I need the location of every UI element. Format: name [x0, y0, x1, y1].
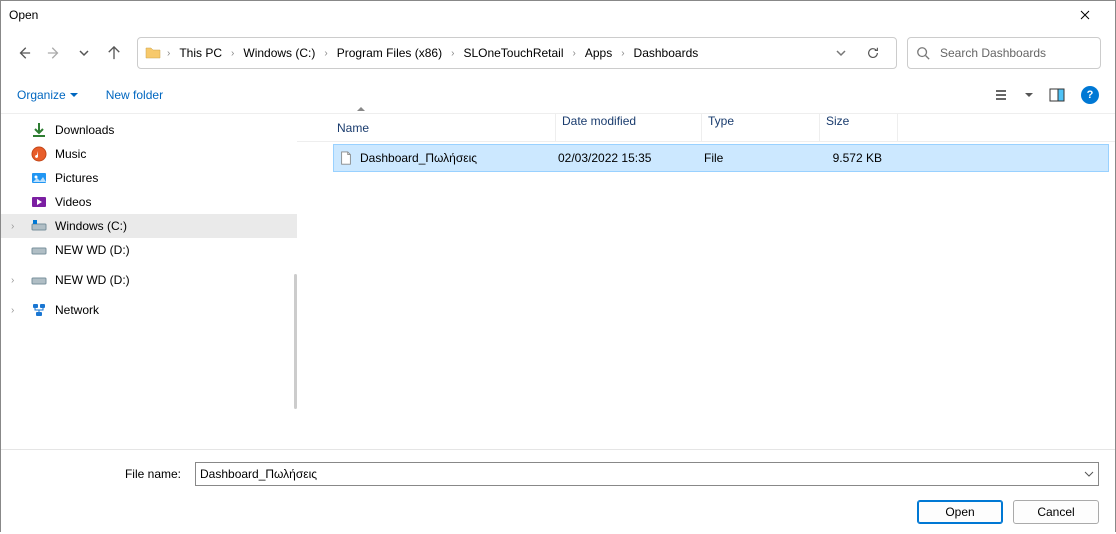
help-button[interactable]: ? — [1081, 86, 1099, 104]
open-button[interactable]: Open — [917, 500, 1003, 524]
sidebar-item-music[interactable]: Music — [1, 142, 297, 166]
column-header-name[interactable]: Name — [297, 121, 555, 135]
cancel-button[interactable]: Cancel — [1013, 500, 1099, 524]
search-placeholder: Search Dashboards — [940, 46, 1046, 60]
expander-icon[interactable]: › — [11, 305, 14, 316]
chevron-down-icon[interactable] — [1084, 469, 1094, 479]
column-header-size[interactable]: Size — [819, 114, 897, 141]
caret-down-icon — [70, 91, 78, 99]
preview-pane-button[interactable] — [1047, 85, 1067, 105]
close-icon — [1080, 10, 1090, 20]
search-input[interactable]: Search Dashboards — [907, 37, 1101, 69]
new-folder-button[interactable]: New folder — [106, 88, 163, 102]
arrow-right-icon — [47, 46, 61, 60]
chevron-right-icon[interactable]: › — [572, 48, 577, 59]
refresh-button[interactable] — [864, 44, 882, 62]
file-row[interactable]: Dashboard_Πωλήσεις 02/03/2022 15:35 File… — [333, 144, 1109, 172]
file-size-cell: 9.572 KB — [816, 151, 888, 165]
breadcrumb-segment[interactable]: Windows (C:) — [239, 46, 319, 60]
chevron-down-icon — [836, 48, 846, 58]
drive-icon — [31, 242, 47, 258]
close-button[interactable] — [1063, 1, 1107, 29]
chevron-right-icon[interactable]: › — [323, 48, 328, 59]
list-view-icon — [993, 87, 1009, 103]
chevron-right-icon[interactable]: › — [230, 48, 235, 59]
refresh-icon — [866, 46, 880, 60]
sidebar-item-label: Pictures — [55, 171, 98, 185]
breadcrumb-segment[interactable]: Apps — [581, 46, 616, 60]
column-header-date[interactable]: Date modified — [555, 114, 701, 141]
view-options-button[interactable] — [991, 85, 1011, 105]
filename-value: Dashboard_Πωλήσεις — [200, 467, 317, 481]
expander-icon[interactable]: › — [11, 275, 14, 286]
file-type-cell: File — [698, 151, 816, 165]
expander-icon[interactable]: › — [11, 221, 14, 232]
breadcrumb-segment[interactable]: Dashboards — [630, 46, 703, 60]
organize-button[interactable]: Organize — [17, 88, 78, 102]
music-icon — [31, 146, 47, 162]
recent-locations-button[interactable] — [75, 44, 93, 62]
network-icon — [31, 302, 47, 318]
file-name-cell: Dashboard_Πωλήσεις — [334, 150, 552, 166]
file-icon — [338, 150, 354, 166]
sidebar-item-new-wd-d[interactable]: NEW WD (D:) — [1, 238, 297, 262]
chevron-right-icon[interactable]: › — [620, 48, 625, 59]
organize-label: Organize — [17, 88, 66, 102]
filename-combobox[interactable]: Dashboard_Πωλήσεις — [195, 462, 1099, 486]
sidebar-item-label: Videos — [55, 195, 91, 209]
filename-row: File name: Dashboard_Πωλήσεις — [17, 462, 1099, 486]
sidebar-item-label: Windows (C:) — [55, 219, 127, 233]
sidebar-item-windows-c[interactable]: › Windows (C:) — [1, 214, 297, 238]
address-bar[interactable]: › This PC › Windows (C:) › Program Files… — [137, 37, 897, 69]
body: Downloads Music Pictures Videos › Window… — [1, 113, 1115, 449]
caret-down-icon[interactable] — [1025, 91, 1033, 99]
sidebar-item-label: NEW WD (D:) — [55, 243, 130, 257]
preview-pane-icon — [1049, 87, 1065, 103]
nav-bar: › This PC › Windows (C:) › Program Files… — [1, 35, 1115, 71]
search-icon — [916, 46, 930, 60]
toolbar: Organize New folder ? — [1, 77, 1115, 113]
up-button[interactable] — [105, 44, 123, 62]
sidebar-resize-handle[interactable] — [294, 274, 297, 409]
sidebar-item-label: Downloads — [55, 123, 114, 137]
sidebar-item-label: Music — [55, 147, 86, 161]
drive-icon — [31, 272, 47, 288]
videos-icon — [31, 194, 47, 210]
pictures-icon — [31, 170, 47, 186]
file-date-cell: 02/03/2022 15:35 — [552, 151, 698, 165]
file-name-text: Dashboard_Πωλήσεις — [360, 151, 477, 165]
sidebar-item-downloads[interactable]: Downloads — [1, 118, 297, 142]
arrow-up-icon — [107, 46, 121, 60]
forward-button[interactable] — [45, 44, 63, 62]
sidebar-item-network[interactable]: › Network — [1, 298, 297, 322]
chevron-right-icon[interactable]: › — [166, 48, 171, 59]
sidebar-item-new-wd-d-2[interactable]: › NEW WD (D:) — [1, 268, 297, 292]
sidebar-item-label: NEW WD (D:) — [55, 273, 130, 287]
arrow-left-icon — [17, 46, 31, 60]
back-button[interactable] — [15, 44, 33, 62]
download-icon — [31, 122, 47, 138]
address-dropdown-button[interactable] — [832, 44, 850, 62]
file-pane: Name Date modified Type Size Dashboard_Π… — [297, 114, 1115, 449]
sidebar-item-pictures[interactable]: Pictures — [1, 166, 297, 190]
title-bar: Open — [1, 1, 1115, 29]
nav-buttons — [15, 44, 123, 62]
drive-icon — [31, 218, 47, 234]
breadcrumb-segment[interactable]: SLOneTouchRetail — [459, 46, 567, 60]
chevron-right-icon[interactable]: › — [450, 48, 455, 59]
filename-label: File name: — [17, 467, 187, 481]
dialog-footer: File name: Dashboard_Πωλήσεις Open Cance… — [1, 449, 1115, 534]
folder-icon — [144, 44, 162, 62]
sidebar-item-videos[interactable]: Videos — [1, 190, 297, 214]
column-headers: Name Date modified Type Size — [297, 114, 1115, 142]
sidebar: Downloads Music Pictures Videos › Window… — [1, 114, 297, 449]
column-header-type[interactable]: Type — [701, 114, 819, 141]
breadcrumb-segment[interactable]: This PC — [175, 46, 226, 60]
breadcrumb-segment[interactable]: Program Files (x86) — [333, 46, 446, 60]
sidebar-item-label: Network — [55, 303, 99, 317]
chevron-down-icon — [79, 48, 89, 58]
window-title: Open — [9, 8, 38, 22]
